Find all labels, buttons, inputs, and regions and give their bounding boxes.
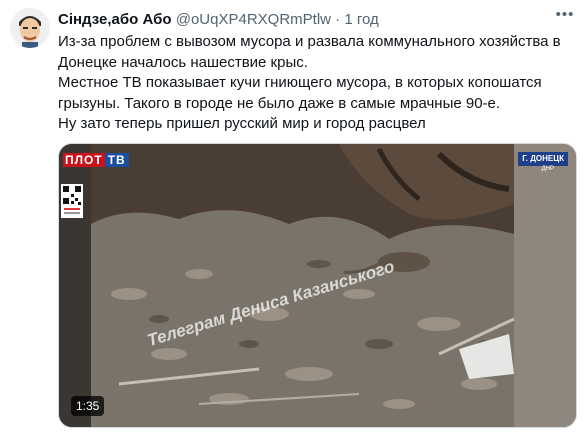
more-horizontal-icon[interactable]: •••	[555, 7, 575, 24]
tweet-header: Сіндзе,або Або @oUqXP4RXQRmPtlw · 1 год	[58, 10, 379, 30]
author-name[interactable]: Сіндзе,або Або	[58, 11, 172, 28]
tweet-text-line: Ну зато теперь пришел русский мир и горо…	[58, 115, 426, 132]
tweet-card[interactable]: Сіндзе,або Або @oUqXP4RXQRmPtlw · 1 год …	[0, 0, 585, 435]
header-separator: ·	[335, 11, 341, 28]
video-player[interactable]: ПЛОТ ТВ Г. ДОНЕЦК ДНР Телеграм Дениса Каз…	[58, 143, 577, 428]
region-label: ДНР	[541, 166, 554, 172]
tweet-text-line: Из-за проблем с вывозом мусора и развала…	[58, 33, 561, 71]
tweet-text: Из-за проблем с вывозом мусора и развала…	[58, 32, 578, 135]
author-avatar[interactable]	[10, 8, 50, 48]
video-duration: 1:35	[71, 396, 105, 416]
tweet-text-line: Местное ТВ показывает кучи гниющего мусо…	[58, 74, 542, 112]
city-badge: Г. ДОНЕЦК	[518, 152, 568, 166]
qr-code	[61, 184, 83, 218]
channel-logo-part2: ТВ	[104, 153, 129, 167]
channel-logo-part1: ПЛОТ	[63, 153, 105, 167]
channel-logo: ПЛОТ ТВ	[63, 153, 129, 167]
author-handle[interactable]: @oUqXP4RXQRmPtlw	[176, 11, 331, 28]
tweet-time[interactable]: 1 год	[344, 11, 378, 28]
